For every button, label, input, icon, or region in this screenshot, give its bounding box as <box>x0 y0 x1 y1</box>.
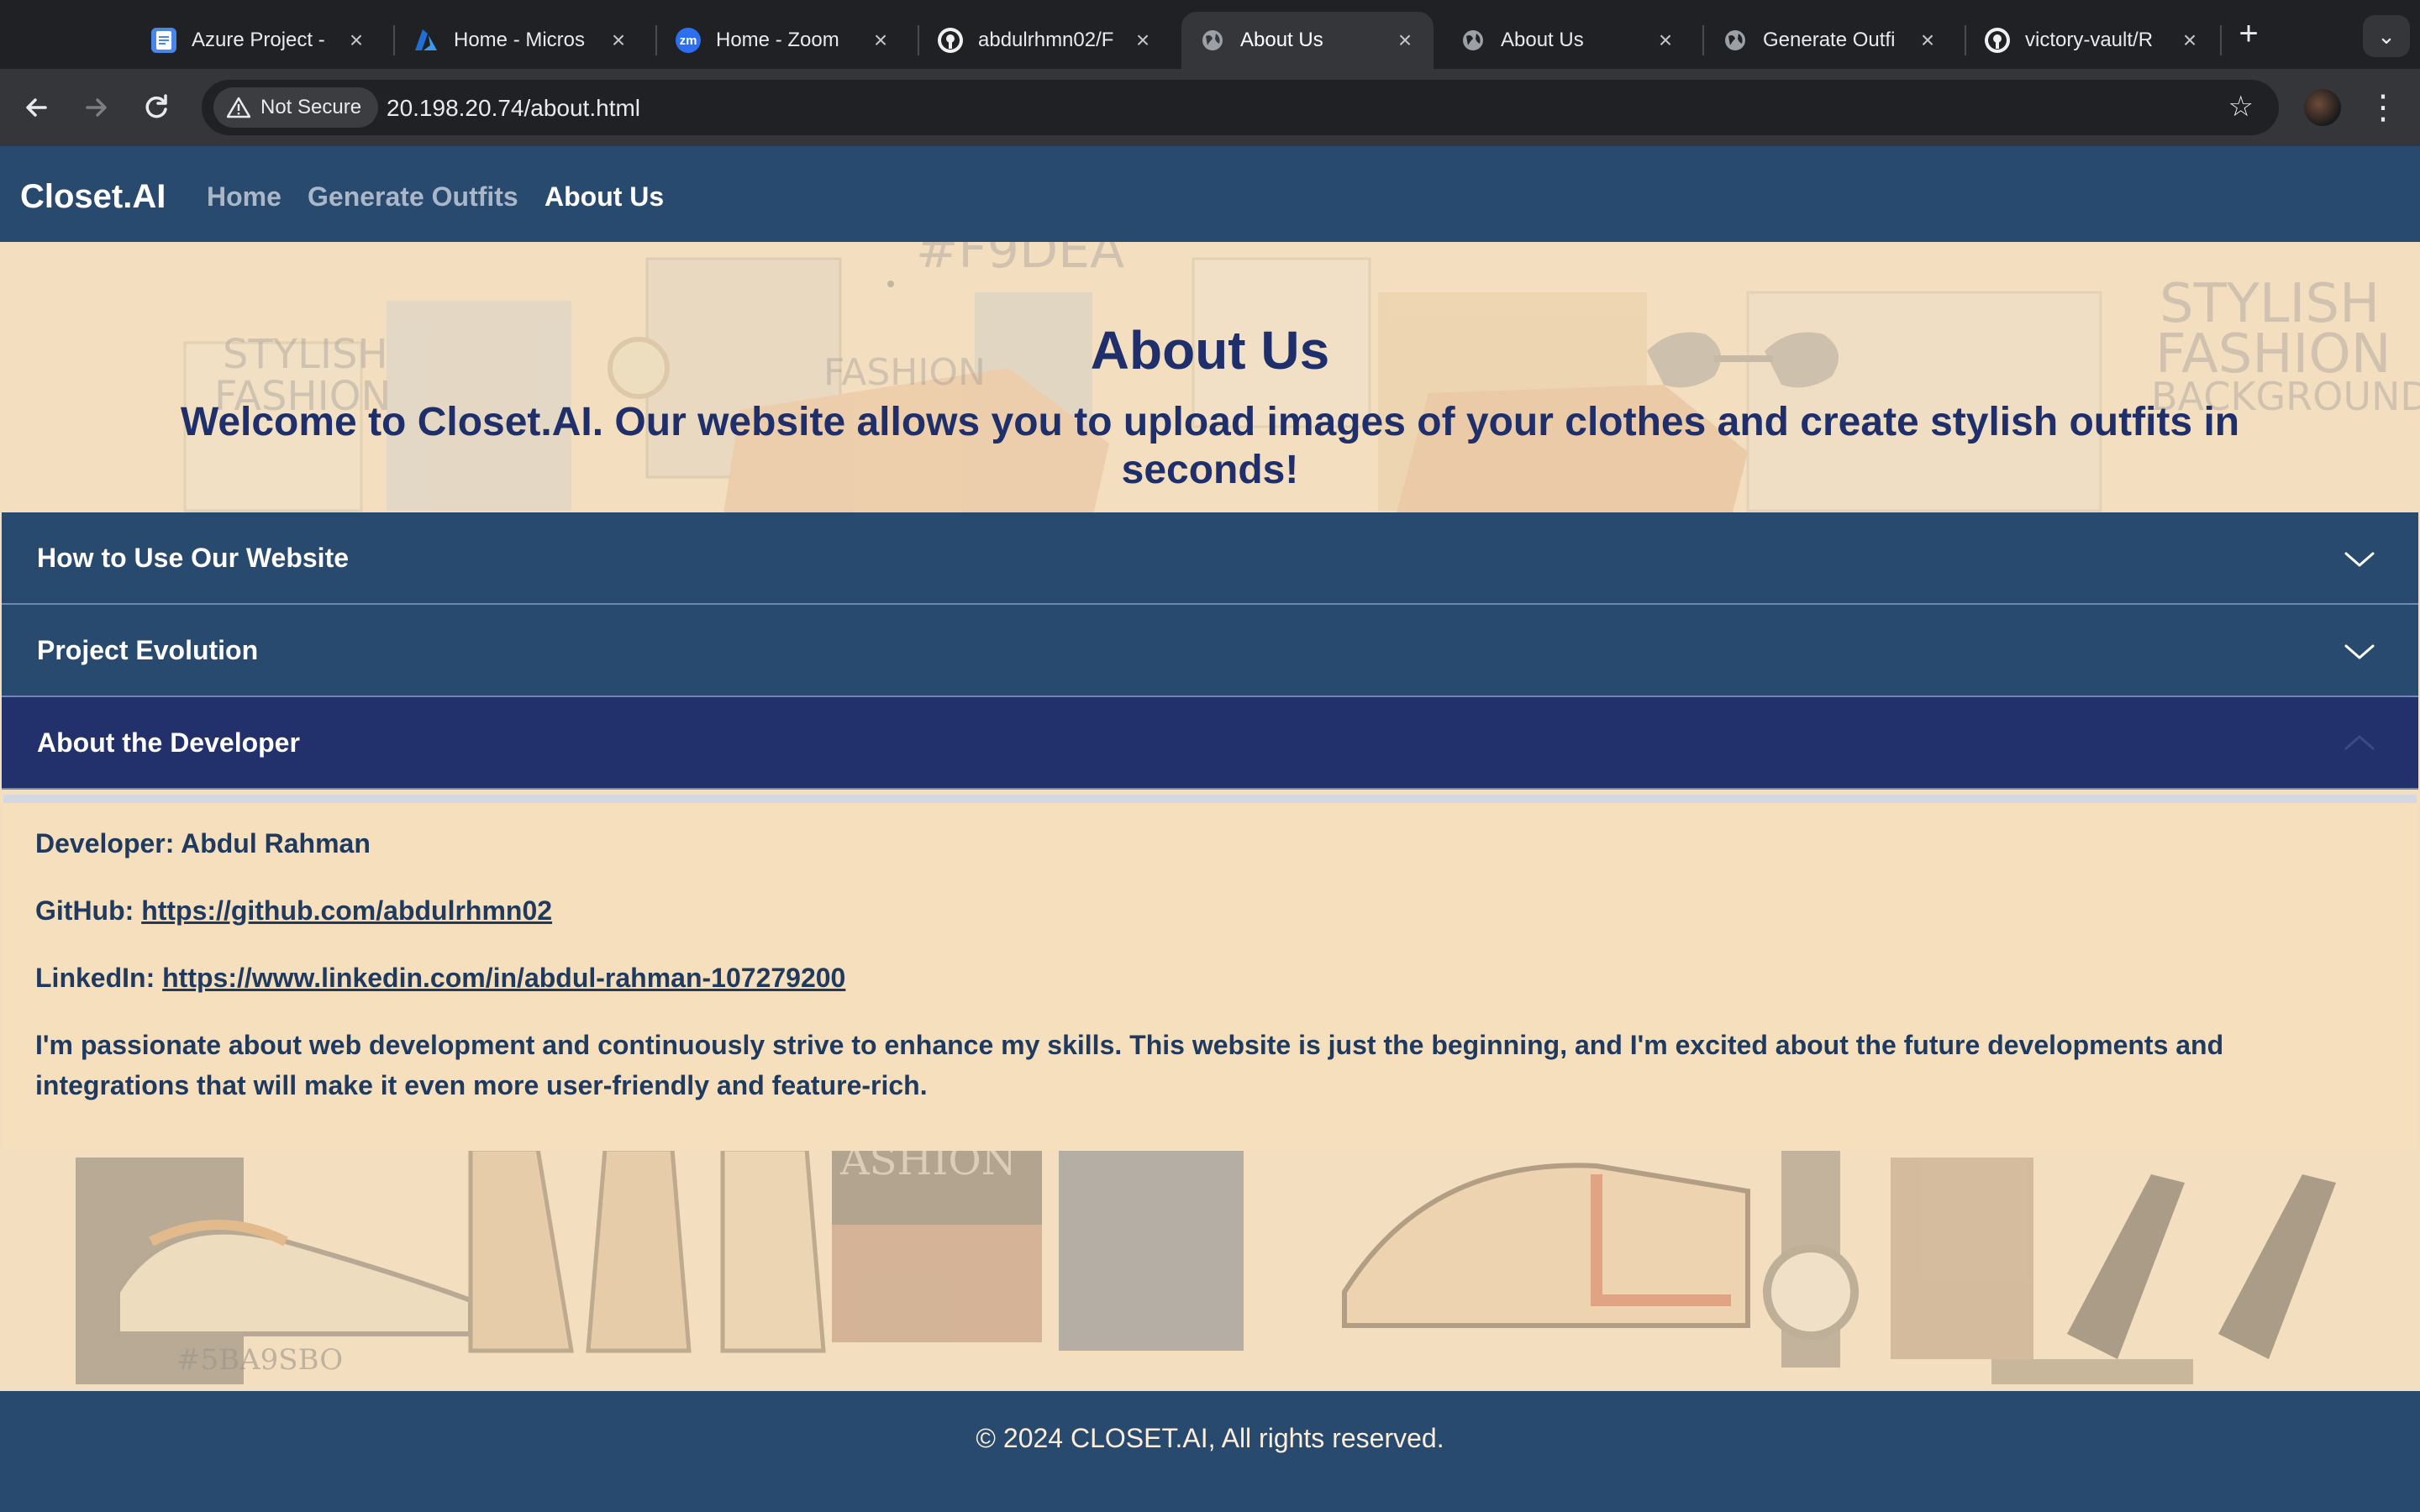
accordion-header-label: About the Developer <box>37 727 300 758</box>
zoom-icon: zm <box>676 28 701 53</box>
tab-generate-outfits[interactable]: Generate Outfi × <box>1704 12 1956 69</box>
reload-icon[interactable] <box>136 87 176 128</box>
back-arrow-icon[interactable] <box>17 87 57 128</box>
docs-icon <box>151 28 176 53</box>
tab-search-chevron-icon[interactable]: ⌄ <box>2363 15 2410 57</box>
brand-logo[interactable]: Closet.AI <box>20 178 166 216</box>
profile-avatar[interactable] <box>2304 89 2341 126</box>
tab-github-abdulrhmn02[interactable]: abdulrhmn02/F × <box>919 12 1171 69</box>
bookmark-star-icon[interactable]: ☆ <box>2228 90 2254 123</box>
close-tab-icon[interactable]: × <box>1393 29 1417 52</box>
tab-title: abdulrhmn02/F <box>978 29 1114 51</box>
tab-github-victory-vault[interactable]: victory-vault/R × <box>1966 12 2218 69</box>
security-label: Not Secure <box>260 96 362 118</box>
address-bar[interactable]: Not Secure 20.198.20.74/about.html ☆ <box>202 80 2279 135</box>
tab-title: Home - Zoom <box>716 29 839 51</box>
linkedin-label: LinkedIn: <box>35 963 155 993</box>
nav-link-generate-outfits[interactable]: Generate Outfits <box>308 181 518 213</box>
github-icon <box>938 28 963 53</box>
tab-zoom[interactable]: zm Home - Zoom × <box>657 12 909 69</box>
accordion-how-to-use[interactable]: How to Use Our Website <box>2 512 2418 605</box>
close-tab-icon[interactable]: × <box>1654 29 1677 52</box>
nav-link-home[interactable]: Home <box>207 181 281 213</box>
tab-about-us-active[interactable]: About Us × <box>1181 12 1434 69</box>
github-link[interactable]: https://github.com/abdulrhmn02 <box>141 895 552 926</box>
github-label: GitHub: <box>35 895 134 926</box>
site-footer: © 2024 CLOSET.AI, All rights reserved. <box>0 1391 2420 1512</box>
new-tab-button[interactable]: + <box>2230 15 2267 52</box>
close-tab-icon[interactable]: × <box>1131 29 1155 52</box>
globe-icon <box>1723 28 1748 53</box>
tab-separator <box>2220 25 2222 55</box>
browser-toolbar: Not Secure 20.198.20.74/about.html ☆ ⋮ <box>0 69 2420 146</box>
warning-triangle-icon <box>227 97 250 118</box>
browser-tab-strip: Azure Project - × Home - Micros × zm Hom… <box>0 0 2420 69</box>
azure-icon <box>413 28 439 53</box>
close-tab-icon[interactable]: × <box>2178 29 2202 52</box>
page-title: About Us <box>1090 320 1330 381</box>
github-icon <box>1985 28 2010 53</box>
developer-name: Developer: Abdul Rahman <box>35 828 371 858</box>
tab-title: About Us <box>1240 29 1323 51</box>
accordion-project-evolution[interactable]: Project Evolution <box>2 605 2418 697</box>
developer-info-panel: Developer: Abdul Rahman GitHub: https://… <box>3 795 2417 1151</box>
close-tab-icon[interactable]: × <box>869 29 892 52</box>
developer-bio: I'm passionate about web development and… <box>35 1030 2224 1100</box>
linkedin-link[interactable]: https://www.linkedin.com/in/abdul-rahman… <box>162 963 845 993</box>
tab-title: Home - Micros <box>454 29 586 51</box>
tab-microsoft-azure[interactable]: Home - Micros × <box>395 12 647 69</box>
tab-title: Generate Outfi <box>1763 29 1896 51</box>
close-tab-icon[interactable]: × <box>345 29 368 52</box>
globe-icon <box>1460 28 1486 53</box>
chevron-down-icon <box>2344 552 2375 567</box>
accordion-header-label: How to Use Our Website <box>37 542 350 573</box>
tab-title: victory-vault/R <box>2025 29 2154 51</box>
site-navbar: Closet.AI Home Generate Outfits About Us <box>0 146 2420 242</box>
accordion-header-label: Project Evolution <box>37 634 259 665</box>
close-tab-icon[interactable]: × <box>1916 29 1939 52</box>
accordion-about-developer[interactable]: About the Developer <box>2 697 2418 790</box>
nav-link-about-us[interactable]: About Us <box>544 181 664 213</box>
github-line: GitHub: https://github.com/abdulrhmn02 <box>35 895 552 927</box>
forward-arrow-icon[interactable] <box>76 87 116 128</box>
tab-about-us[interactable]: About Us × <box>1442 12 1694 69</box>
browser-menu-icon[interactable]: ⋮ <box>2366 86 2400 129</box>
page-subtitle: Welcome to Closet.AI. Our website allows… <box>180 400 2240 492</box>
tab-title: Azure Project - <box>192 29 325 51</box>
globe-icon <box>1200 28 1225 53</box>
close-tab-icon[interactable]: × <box>607 29 630 52</box>
tab-title: About Us <box>1501 29 1584 51</box>
chevron-up-icon <box>2344 735 2375 750</box>
security-indicator[interactable]: Not Secure <box>213 87 379 128</box>
footer-copyright: © 2024 CLOSET.AI, All rights reserved. <box>976 1423 1444 1453</box>
linkedin-line: LinkedIn: https://www.linkedin.com/in/ab… <box>35 963 845 994</box>
tab-azure-project[interactable]: Azure Project - × <box>133 12 385 69</box>
chevron-down-icon <box>2344 644 2375 659</box>
url-text: 20.198.20.74/about.html <box>387 95 641 121</box>
